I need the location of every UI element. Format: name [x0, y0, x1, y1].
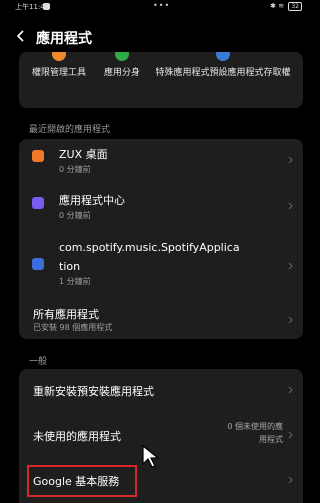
status-right: ✱ ≋ 32 — [270, 2, 302, 11]
reinstall-preinstalled-item[interactable]: 重新安裝預安裝應用程式 — [19, 369, 303, 411]
chevron-right-icon — [288, 202, 293, 210]
app-name: 應用程式中心 — [59, 194, 125, 207]
android-icon — [32, 258, 44, 270]
notification-icon — [43, 3, 50, 10]
app-name-line1: com.spotify.music.SpotifyApplica — [59, 241, 240, 254]
status-bar: 上午11:46 ••• ✱ ≋ 32 — [3, 0, 312, 14]
chevron-right-icon — [288, 386, 293, 394]
unused-value-line1: 0 個未使用的應 — [227, 422, 283, 431]
tool-permission-manager[interactable]: 權限管理工具 — [24, 52, 94, 80]
tools-card: 權限管理工具 應用分身 特殊應用程式預設應用程式存取權 — [19, 52, 303, 108]
battery-icon: 32 — [288, 2, 302, 11]
tool-label: 應用分身 — [103, 68, 140, 78]
reinstall-label: 重新安裝預安裝應用程式 — [33, 385, 154, 398]
all-apps-count: 已安裝 98 個應用程式 — [33, 323, 113, 332]
tool-label: 特殊應用程式預設應用程式存取權 — [155, 68, 291, 78]
app-time: 1 分鐘前 — [59, 277, 91, 286]
app-time: 0 分鐘前 — [59, 211, 91, 220]
tool-app-clone[interactable]: 應用分身 — [92, 52, 152, 80]
page-title: 應用程式 — [36, 31, 92, 47]
chevron-right-icon — [288, 431, 293, 439]
app-center-icon — [32, 197, 44, 209]
unused-value-line2: 用程式 — [259, 435, 283, 444]
chevron-right-icon — [288, 262, 293, 270]
unused-apps-count: 0 個未使用的應 用程式 — [227, 420, 283, 446]
chevron-right-icon — [288, 156, 293, 164]
tool-special-access[interactable]: 特殊應用程式預設應用程式存取權 — [149, 52, 297, 80]
status-dots: ••• — [153, 1, 171, 10]
special-access-icon — [216, 52, 230, 61]
zux-launcher-icon — [32, 150, 44, 162]
section-recent-title: 最近開啟的應用程式 — [29, 125, 111, 135]
app-time: 0 分鐘前 — [59, 165, 91, 174]
section-general-title: 一般 — [29, 357, 48, 367]
app-name-line2: tion — [59, 260, 81, 273]
list-item-app-center[interactable]: 應用程式中心 0 分鐘前 — [19, 187, 303, 227]
all-apps-title: 所有應用程式 — [33, 308, 99, 321]
settings-screen: 上午11:46 ••• ✱ ≋ 32 應用程式 權限管理工具 應用分身 特殊應用… — [3, 0, 312, 503]
cursor-icon — [142, 444, 160, 468]
app-name: ZUX 桌面 — [59, 148, 108, 161]
permission-icon — [52, 52, 66, 61]
highlight-box — [27, 465, 137, 497]
list-item-zux[interactable]: ZUX 桌面 0 分鐘前 — [19, 139, 303, 179]
clone-icon — [115, 52, 129, 61]
tool-label: 權限管理工具 — [31, 68, 86, 78]
list-item-spotify[interactable]: com.spotify.music.SpotifyApplica tion 1 … — [19, 239, 303, 291]
bluetooth-icon: ✱ — [270, 2, 277, 10]
back-icon[interactable] — [16, 29, 26, 43]
chevron-right-icon — [288, 476, 293, 484]
all-apps-item[interactable]: 所有應用程式 已安裝 98 個應用程式 — [19, 299, 303, 337]
header: 應用程式 — [3, 22, 312, 52]
wifi-icon: ≋ — [278, 2, 285, 10]
chevron-right-icon — [288, 316, 293, 324]
recent-apps-card: ZUX 桌面 0 分鐘前 應用程式中心 0 分鐘前 com.spotify.mu… — [19, 139, 303, 339]
unused-apps-label: 未使用的應用程式 — [33, 430, 121, 443]
